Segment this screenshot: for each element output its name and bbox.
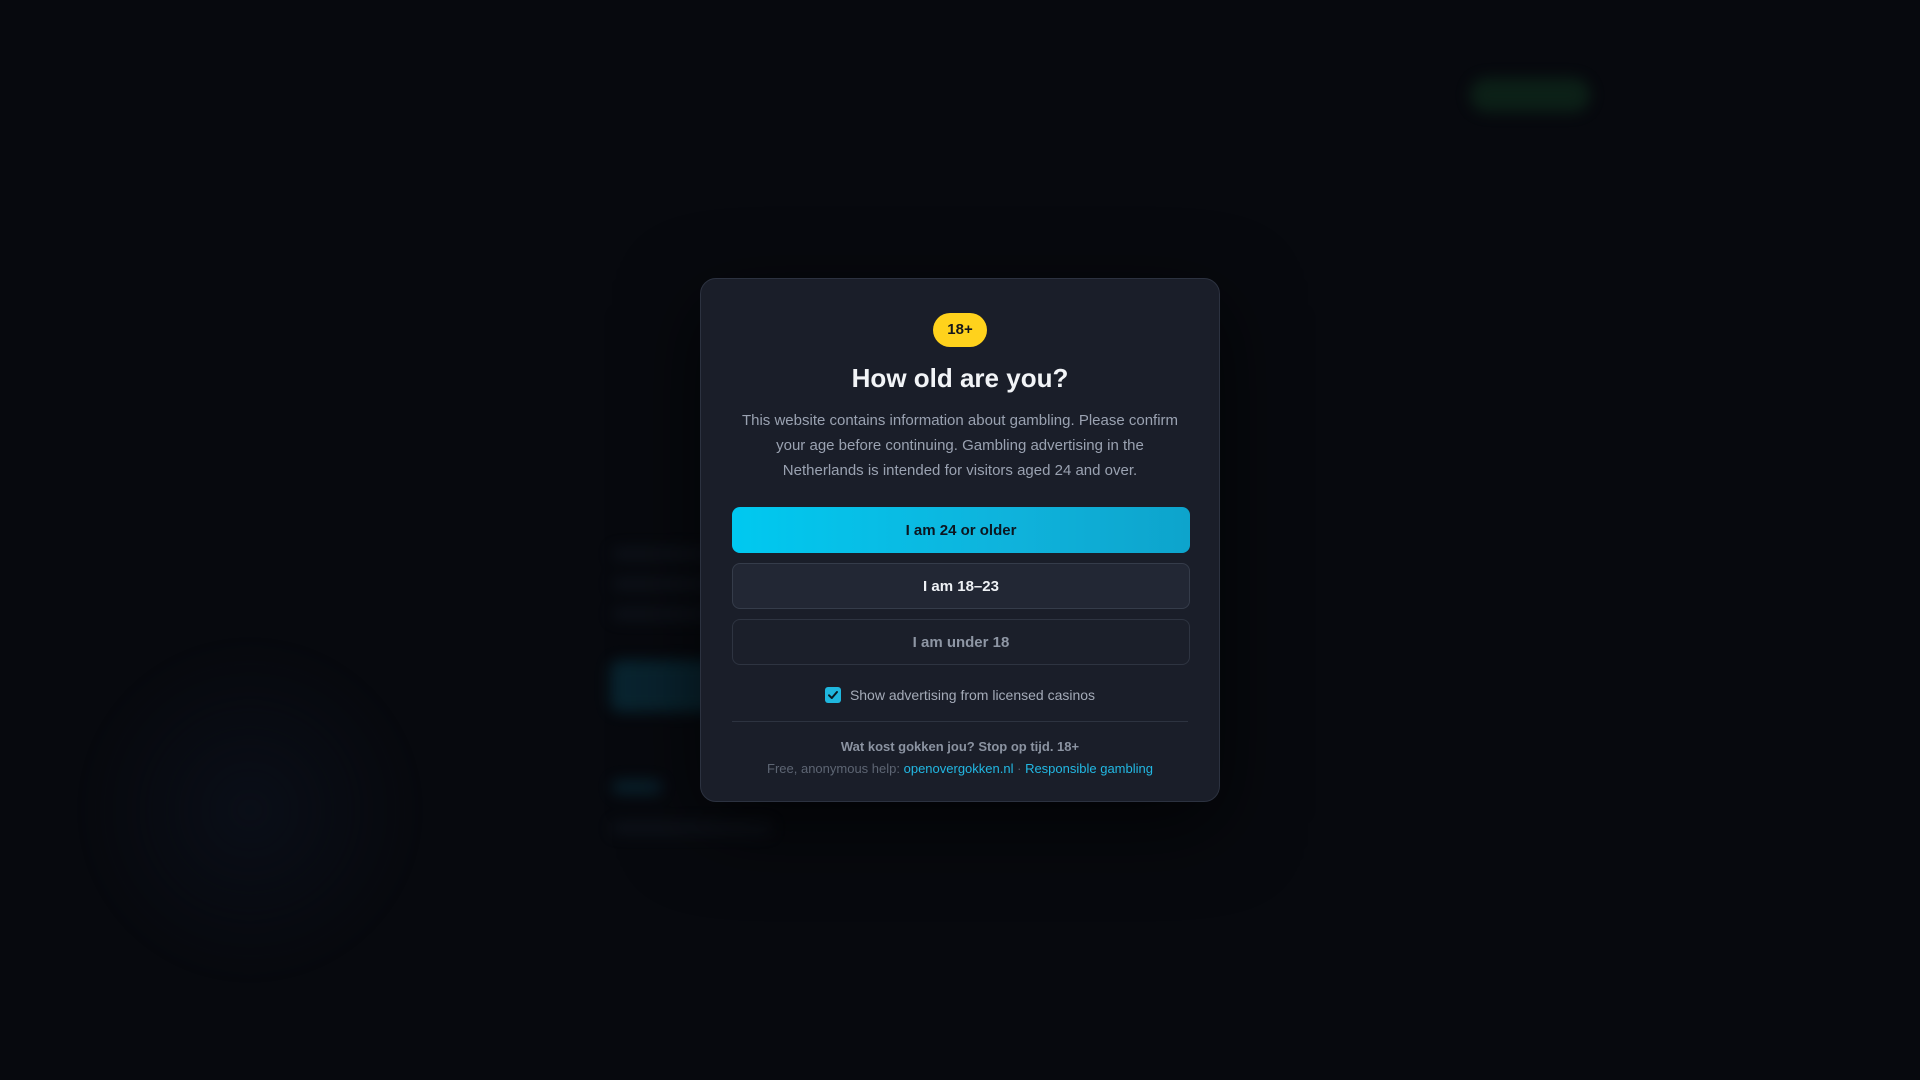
advertising-consent-row: Show advertising from licensed casinos [732,687,1188,703]
help-prefix: Free, anonymous help: [767,761,900,776]
under-18-button[interactable]: I am under 18 [732,619,1190,665]
help-separator: · [1017,761,1022,776]
modal-divider [732,721,1188,722]
confirm-24-plus-button[interactable]: I am 24 or older [732,507,1190,553]
background-glow [80,640,420,980]
advertising-consent-checkbox[interactable] [824,687,841,703]
background-nav [0,0,1920,70]
age-verification-modal: 18+ How old are you? This website contai… [700,278,1220,802]
responsible-gambling-link[interactable]: Responsible gambling [1025,761,1153,776]
background-tag [612,780,662,794]
advertising-consent-label[interactable]: Show advertising from licensed casinos [850,687,1095,703]
openovergokken-link[interactable]: openovergokken.nl [904,761,1014,776]
gambling-warning: Wat kost gokken jou? Stop op tijd. 18+ [840,739,1080,754]
age-18-23-button[interactable]: I am 18–23 [732,563,1190,609]
help-line: Free, anonymous help: openovergokken.nl … [732,761,1188,776]
background-pill [1470,78,1590,112]
background-text-line [612,822,772,834]
modal-description: This website contains information about … [741,412,1179,479]
age-badge: 18+ [933,313,987,347]
checkmark-icon [827,691,838,699]
modal-title: How old are you? [851,363,1069,393]
